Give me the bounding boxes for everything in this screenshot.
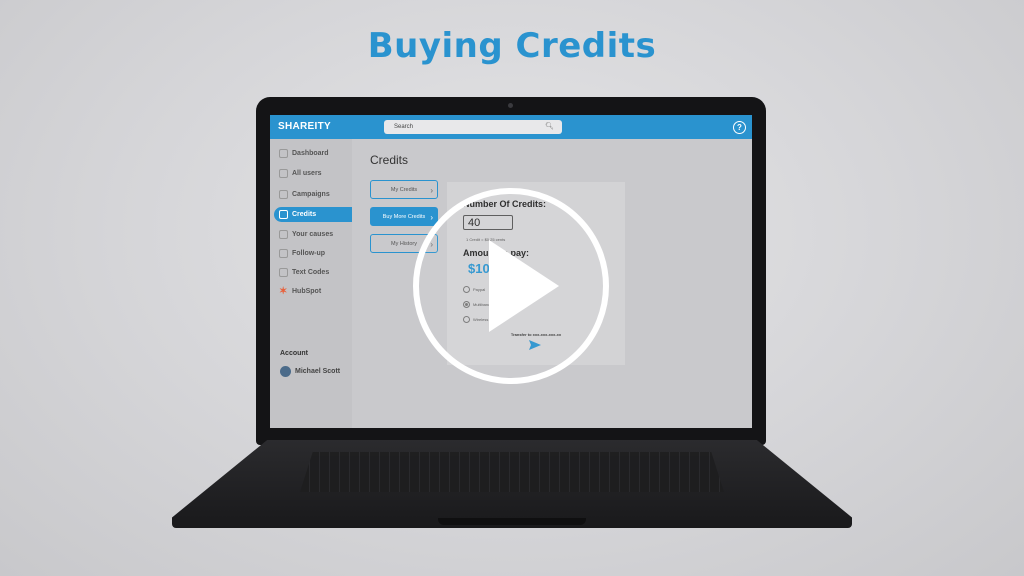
chevron-right-icon: › — [430, 186, 433, 195]
code-icon — [279, 268, 288, 277]
search-input[interactable]: Search 🔍︎ — [384, 120, 562, 134]
tab-label: My Credits — [390, 187, 418, 193]
video-title: Buying Credits — [367, 26, 657, 66]
tab-my-credits[interactable]: My Credits › — [370, 180, 438, 199]
sidebar-item-label: Follow-up — [292, 250, 326, 257]
home-icon — [279, 149, 288, 158]
sidebar-item-campaigns[interactable]: Campaigns — [274, 187, 352, 202]
search-icon[interactable]: 🔍︎ — [545, 120, 554, 134]
sidebar-item-label: Text Codes — [292, 269, 330, 276]
sidebar-item-follow-up[interactable]: Follow-up — [274, 246, 352, 261]
play-icon — [489, 240, 559, 332]
heart-hand-icon — [279, 230, 288, 239]
grid-icon — [279, 190, 288, 199]
play-button[interactable] — [413, 188, 609, 384]
megaphone-icon — [279, 249, 288, 258]
chevron-right-icon: › — [430, 213, 433, 222]
tab-buy-more-credits[interactable]: Buy More Credits › — [370, 207, 438, 226]
avatar[interactable] — [280, 366, 291, 377]
sidebar-item-label: Dashboard — [292, 150, 329, 157]
sidebar-item-label: HubSpot — [292, 288, 322, 295]
search-placeholder: Search — [394, 124, 414, 130]
help-icon[interactable]: ? — [733, 121, 746, 134]
laptop-keyboard — [300, 452, 724, 492]
tab-label: My History — [391, 241, 417, 247]
hubspot-icon: ✶ — [279, 286, 288, 297]
users-icon — [279, 169, 288, 178]
sidebar-item-label: All users — [292, 170, 322, 177]
webcam — [508, 103, 513, 108]
sidebar-item-all-users[interactable]: All users — [274, 166, 352, 181]
page-title: Credits — [370, 153, 409, 167]
sidebar-item-hubspot[interactable]: ✶ HubSpot — [274, 284, 352, 299]
account-heading: Account — [280, 350, 308, 357]
sidebar-item-credits[interactable]: Credits — [274, 207, 352, 222]
sidebar-item-label: Campaigns — [292, 191, 330, 198]
tab-label: Buy More Credits — [382, 214, 426, 220]
sidebar-item-label: Credits — [292, 211, 317, 218]
sidebar-item-text-codes[interactable]: Text Codes — [274, 265, 352, 280]
laptop-hinge-notch — [438, 518, 586, 525]
sidebar: Dashboard All users Campaigns Credits Yo… — [270, 139, 352, 428]
brand-logo[interactable]: SHAREITY — [278, 121, 331, 132]
sidebar-item-label: Your causes — [292, 231, 334, 238]
app-header: SHAREITY Search 🔍︎ ? — [270, 115, 752, 139]
sidebar-item-your-causes[interactable]: Your causes — [274, 227, 352, 242]
credits-icon — [279, 210, 288, 219]
sidebar-item-dashboard[interactable]: Dashboard — [274, 146, 352, 161]
account-name[interactable]: Michael Scott — [295, 368, 340, 375]
